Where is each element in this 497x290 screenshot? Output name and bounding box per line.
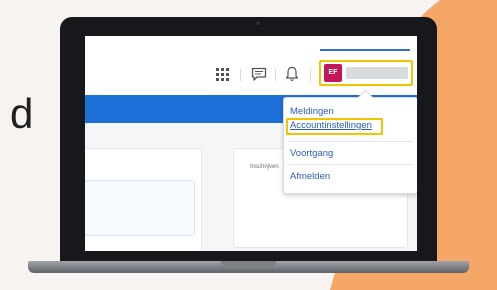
bell-icon[interactable] [285,66,299,82]
menu-item-notifications[interactable]: Meldingen [290,106,334,117]
menu-item-progress[interactable]: Voortgang [290,148,333,159]
grid-icon[interactable] [216,68,229,81]
chat-icon[interactable] [251,67,267,82]
icon-separator [240,69,241,81]
user-name-placeholder[interactable] [346,67,408,79]
card-inner-box [85,180,195,236]
laptop-hinge-notch [221,261,276,266]
avatar[interactable]: EF [324,64,342,82]
icon-separator [275,69,276,81]
menu-divider [287,141,413,142]
topbar-accent-line [320,49,410,51]
menu-divider [287,164,413,165]
account-settings-highlight [286,118,383,135]
card-label: Inschrijven [250,164,279,170]
partial-heading-text: d [10,90,34,137]
laptop-camera [256,21,260,25]
icon-separator [310,69,311,81]
laptop-screen: EF Inschrijven Meldingen Accountinstelli… [85,36,417,251]
menu-item-logout[interactable]: Afmelden [290,171,330,182]
